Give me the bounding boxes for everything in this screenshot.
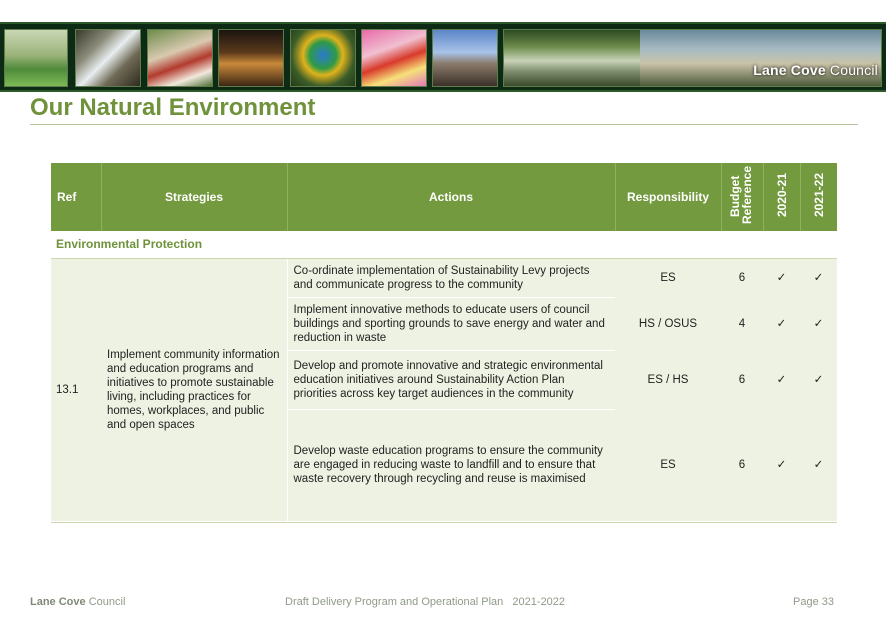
section-row: Environmental Protection	[51, 231, 837, 259]
budget-cell: 4	[721, 297, 763, 350]
table-row: 13.1 Implement community information and…	[51, 258, 837, 521]
header-2020-21: 2020-21	[763, 163, 801, 231]
footer-document-title: Draft Delivery Program and Operational P…	[285, 596, 566, 608]
header-strategies: Strategies	[101, 163, 288, 231]
action-cell: Develop waste education programs to ensu…	[286, 409, 615, 522]
check-2020-21: ✓	[763, 297, 800, 350]
header-2020-21-label: 2020-21	[774, 173, 789, 218]
table-bottom-line	[51, 521, 837, 523]
header-banner: Lane Cove Council	[0, 22, 886, 92]
header-2021-22-label: 2021-22	[811, 173, 826, 218]
check-2020-21: ✓	[763, 409, 800, 521]
banner-photo-waterfront	[640, 29, 882, 87]
page-title: Our Natural Environment	[30, 94, 316, 121]
footer-page-number: Page 33	[793, 596, 834, 608]
header-budget-label: Budget Reference	[728, 165, 754, 224]
check-2021-22: ✓	[800, 297, 837, 350]
banner-photo-building	[432, 29, 498, 87]
action-cell: Implement innovative methods to educate …	[286, 297, 615, 351]
budget-cell: 6	[721, 258, 763, 297]
banner-photo-dining	[218, 29, 284, 87]
council-brand: Lane Cove Council	[753, 62, 878, 78]
header-responsibility: Responsibility	[615, 163, 722, 231]
brand-name-rest: Council	[825, 62, 878, 78]
responsibility-cell: ES	[615, 409, 721, 521]
budget-cell: 6	[721, 409, 763, 521]
header-2021-22: 2021-22	[800, 163, 837, 231]
header-ref: Ref	[51, 163, 102, 231]
brand-name-bold: Lane Cove	[753, 62, 826, 78]
action-table: Ref Strategies Actions Responsibility Bu…	[51, 163, 837, 523]
action-cell: Co-ordinate implementation of Sustainabi…	[286, 258, 615, 298]
header-budget-reference: Budget Reference	[721, 163, 764, 231]
title-divider	[30, 124, 858, 125]
footer-council: Lane Cove Council	[30, 596, 125, 608]
banner-photo-lorikeet	[290, 29, 356, 87]
budget-cell: 6	[721, 350, 763, 409]
check-2021-22: ✓	[800, 350, 837, 409]
header-actions: Actions	[287, 163, 616, 231]
check-2020-21: ✓	[763, 350, 800, 409]
responsibility-cell: ES / HS	[615, 350, 721, 409]
banner-photo-waterfall	[75, 29, 141, 87]
check-2020-21: ✓	[763, 258, 800, 297]
responsibility-cell: ES	[615, 258, 721, 297]
banner-photo-park	[4, 29, 68, 87]
strategy-cell: Implement community information and educ…	[101, 258, 287, 521]
table-header-row: Ref Strategies Actions Responsibility Bu…	[51, 163, 837, 231]
section-title: Environmental Protection	[51, 231, 837, 259]
check-2021-22: ✓	[800, 409, 837, 521]
footer-council-rest: Council	[85, 596, 126, 608]
banner-photo-dancer	[361, 29, 427, 87]
banner-photo-festival	[147, 29, 213, 87]
responsibility-cell: HS / OSUS	[615, 297, 721, 350]
footer-council-bold: Lane Cove	[30, 596, 86, 608]
table-bottom-rule	[51, 521, 837, 523]
ref-cell: 13.1	[51, 258, 101, 521]
check-2021-22: ✓	[800, 258, 837, 297]
action-cell: Develop and promote innovative and strat…	[286, 350, 615, 410]
